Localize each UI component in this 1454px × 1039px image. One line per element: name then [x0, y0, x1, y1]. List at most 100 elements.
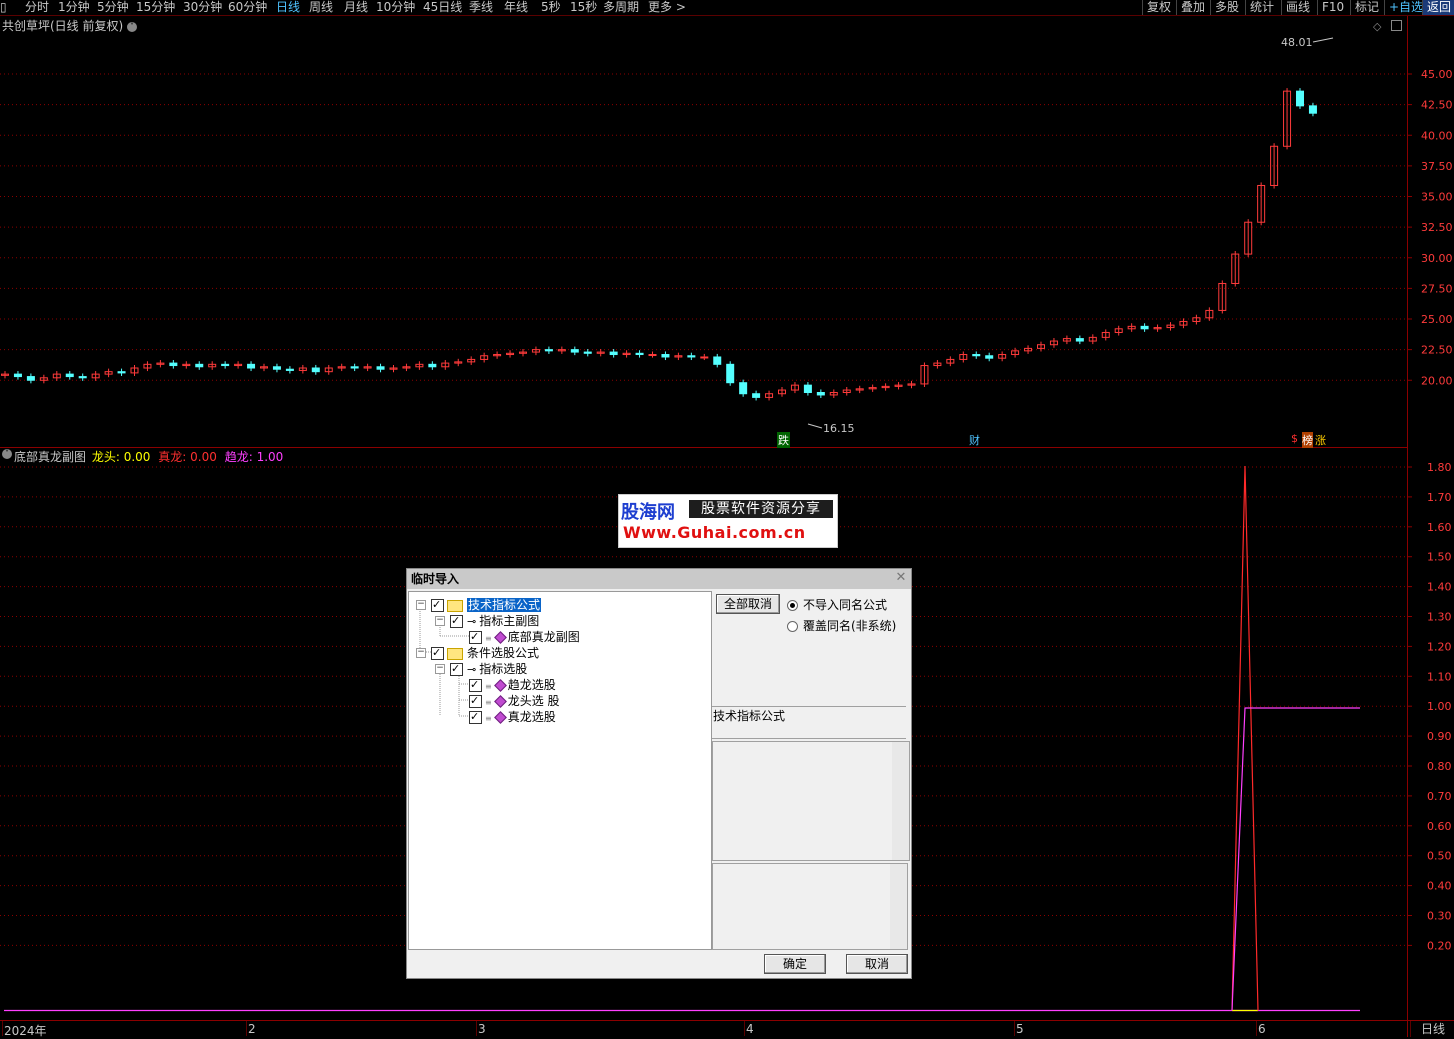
indicator-tick-label: 0.20: [1427, 939, 1452, 952]
price-tick-label: 25.00: [1421, 313, 1453, 326]
price-tick-label: 20.00: [1421, 374, 1453, 387]
candle-body: [726, 363, 735, 384]
dollar-marker[interactable]: $: [1291, 432, 1298, 445]
tree-node-label: 技术指标公式: [467, 598, 542, 612]
diamond-icon: [493, 711, 507, 724]
description-panel[interactable]: [712, 741, 910, 861]
price-tick-label: 40.00: [1421, 129, 1453, 142]
indicator-tick-label: 1.20: [1427, 640, 1452, 653]
candle-body: [544, 349, 553, 352]
tree-node-5[interactable]: ≡ 趋龙选股: [469, 677, 556, 693]
candle-body: [700, 356, 709, 359]
radio-icon[interactable]: [787, 621, 798, 632]
finance-marker[interactable]: 财: [969, 432, 980, 448]
candle-body: [117, 371, 126, 374]
tree-node-7[interactable]: ≡ 真龙选股: [469, 709, 556, 725]
tree-node-4[interactable]: ⊸指标选股: [450, 661, 527, 677]
candle-body: [272, 366, 281, 370]
cancel-button[interactable]: 取消: [846, 954, 908, 974]
tree-node-0[interactable]: 技术指标公式: [431, 597, 542, 613]
candle-body: [570, 349, 579, 353]
tree-node-6[interactable]: ≡ 龙头选 股: [469, 693, 560, 709]
ok-button[interactable]: 确定: [764, 954, 826, 974]
tree-node-label: 底部真龙副图: [507, 630, 580, 644]
watermark-logo: 股海网 股票软件资源分享 Www.Guhai.com.cn: [618, 494, 838, 548]
dialog-titlebar[interactable]: 临时导入: [407, 569, 911, 589]
checkbox[interactable]: [469, 709, 482, 725]
indicator-tick-label: 1.00: [1427, 700, 1452, 713]
checkbox[interactable]: [469, 677, 482, 693]
scrollbar[interactable]: [892, 742, 909, 860]
scrollbar[interactable]: [890, 864, 907, 949]
price-tick-label: 30.00: [1421, 252, 1453, 265]
chevron-down-icon[interactable]: ˅: [2, 449, 12, 459]
checkbox[interactable]: [431, 645, 444, 661]
watermark-slogan: 股票软件资源分享: [689, 500, 833, 518]
candle-body: [803, 384, 812, 393]
checkbox[interactable]: [431, 597, 444, 613]
tree-node-1[interactable]: ⊸指标主副图: [450, 613, 539, 629]
candle-body: [609, 351, 618, 356]
x-axis-label-3: 4: [746, 1022, 754, 1036]
x-axis-tick: [744, 1021, 745, 1036]
candle-body: [1140, 325, 1149, 330]
indicator-tick-label: 1.80: [1427, 461, 1452, 474]
price-tick-label: 42.50: [1421, 99, 1453, 112]
collapse-icon[interactable]: −: [416, 600, 426, 610]
price-tick-label: 35.00: [1421, 191, 1453, 204]
collapse-icon[interactable]: −: [416, 648, 426, 658]
cancel-all-button[interactable]: 全部取消: [716, 594, 780, 614]
checkbox[interactable]: [469, 629, 482, 645]
candle-body: [1296, 90, 1304, 107]
indicator-tick-label: 1.60: [1427, 521, 1452, 534]
tree-node-3[interactable]: 条件选股公式: [431, 645, 539, 661]
no-import-radio[interactable]: 不导入同名公式: [787, 596, 887, 613]
indicator-tick-label: 0.70: [1427, 790, 1452, 803]
collapse-icon[interactable]: −: [435, 616, 445, 626]
formula-icon: ≡: [485, 682, 492, 691]
indicator-tick-label: 1.10: [1427, 670, 1452, 683]
indicator-tick-label: 0.80: [1427, 760, 1452, 773]
checkbox[interactable]: [450, 661, 463, 677]
diamond-icon: [493, 679, 507, 692]
indicator-tick-label: 1.30: [1427, 611, 1452, 624]
overwrite-label: 覆盖同名(非系统): [803, 619, 897, 633]
candle-body: [713, 356, 722, 365]
candle-body: [428, 363, 437, 368]
indicator-tick-label: 1.50: [1427, 551, 1452, 564]
period-indicator-button[interactable]: 日线: [1410, 1021, 1454, 1037]
candle-body: [311, 367, 320, 373]
drop-marker[interactable]: 跌: [777, 432, 790, 448]
checkbox[interactable]: [469, 693, 482, 709]
candle-body: [169, 362, 178, 367]
key-icon: ⊸: [467, 663, 477, 676]
high-pointer: [1312, 37, 1334, 43]
overwrite-radio[interactable]: 覆盖同名(非系统): [787, 617, 896, 634]
indicator-tick-label: 0.60: [1427, 820, 1452, 833]
low-pointer: [807, 423, 823, 429]
candle-body: [752, 393, 761, 398]
tree-node-2[interactable]: ≡ 底部真龙副图: [469, 629, 580, 645]
x-axis-tick: [476, 1021, 477, 1036]
preview-panel[interactable]: [712, 863, 908, 950]
candle-body: [648, 354, 657, 357]
formula-tree[interactable]: −技术指标公式−⊸指标主副图≡底部真龙副图−条件选股公式−⊸指标选股≡趋龙选股≡…: [408, 591, 712, 950]
candle-body: [247, 363, 256, 369]
tree-node-label: 龙头选 股: [507, 694, 560, 708]
collapse-icon[interactable]: −: [435, 664, 445, 674]
price-tick-label: 27.50: [1421, 282, 1453, 295]
no-import-label: 不导入同名公式: [803, 598, 888, 612]
tree-node-label: 指标主副图: [479, 614, 540, 628]
close-icon[interactable]: ✕: [894, 571, 908, 585]
tree-node-label: 真龙选股: [507, 710, 556, 724]
folder-icon: [447, 647, 463, 660]
checkbox[interactable]: [450, 613, 463, 629]
rank-marker[interactable]: 榜: [1302, 432, 1313, 448]
x-axis-label-5: 6: [1258, 1022, 1266, 1036]
radio-icon[interactable]: [787, 600, 798, 611]
candle-body: [26, 376, 35, 381]
rise-marker[interactable]: 涨: [1315, 432, 1326, 448]
longtou-label: 龙头:: [91, 450, 120, 464]
candle-body: [661, 354, 670, 358]
qulong-label: 趋龙:: [224, 450, 253, 464]
